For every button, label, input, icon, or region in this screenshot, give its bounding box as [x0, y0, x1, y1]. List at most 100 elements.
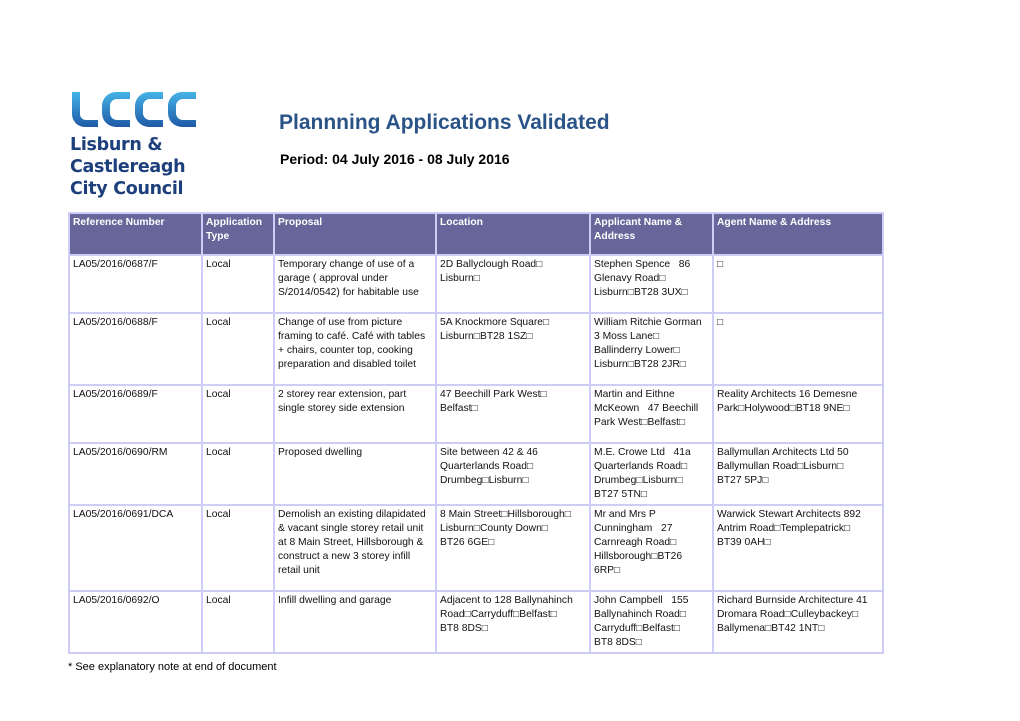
cell-reference: LA05/2016/0691/DCA: [68, 504, 203, 592]
cell-line: Cunningham 27: [594, 523, 673, 534]
cell-agent: Ballymullan Architects Ltd 50 Ballymullan…: [712, 442, 884, 506]
cell-line: construct a new 3 storey infill: [278, 551, 411, 562]
cell-application-type: Local: [201, 442, 275, 506]
cell-line: Dromara Road□Culleybackey□: [717, 609, 859, 620]
cell-line: BT8 8DS□: [594, 637, 642, 648]
cell-agent: Warwick Stewart Architects 892 Antrim Roa…: [712, 504, 884, 592]
logo-text: Lisburn & Castlereagh City Council: [70, 134, 205, 200]
cell-line: Ballinderry Lower□: [594, 345, 680, 356]
cell-location: Adjacent to 128 Ballynahinch Road□Carrydu…: [435, 590, 591, 654]
applications-table: Reference Number Application Type Propos…: [68, 212, 884, 654]
cell-location: 5A Knockmore Square□ Lisburn□BT28 1SZ□: [435, 312, 591, 386]
cell-line: BT26 6GE□: [440, 537, 495, 548]
cell-line: + chairs, counter top, cooking: [278, 345, 413, 356]
table-row: LA05/2016/0689/F Local 2 storey rear exten…: [68, 384, 884, 444]
cell-location: 2D Ballyclough Road□ Lisburn□: [435, 254, 591, 314]
cell-proposal: Change of use from picture framing to caf…: [273, 312, 437, 386]
cell-applicant: M.E. Crowe Ltd 41a Quarterlands Road□ Drum…: [589, 442, 714, 506]
cell-line: 5A Knockmore Square□: [440, 317, 550, 328]
cell-line: Carryduff□Belfast□: [594, 623, 681, 634]
logo-line: Lisburn &: [70, 135, 163, 155]
cell-line: BT39 0AH□: [717, 537, 771, 548]
footnote: * See explanatory note at end of documen…: [68, 661, 277, 673]
cell-line: garage ( approval under: [278, 273, 388, 284]
cell-line: Lisburn□BT28 3UX□: [594, 287, 688, 298]
cell-line: Lisburn□BT28 1SZ□: [440, 331, 533, 342]
cell-location: 8 Main Street□Hillsborough□ Lisburn□Count…: [435, 504, 591, 592]
table-row: LA05/2016/0692/O Local Infill dwelling and…: [68, 590, 884, 654]
cell-applicant: John Campbell 155 Ballynahinch Road□ Carry…: [589, 590, 714, 654]
cell-proposal: Demolish an existing dilapidated & vacant…: [273, 504, 437, 592]
cell-line: 8 Main Street□Hillsborough□: [440, 509, 571, 520]
column-header-type: Application Type: [201, 212, 275, 256]
cell-line: Glenavy Road□: [594, 273, 666, 284]
cell-line: BT27 5TN□: [594, 489, 648, 500]
cell-applicant: Stephen Spence 86 Glenavy Road□ Lisburn□BT…: [589, 254, 714, 314]
page-title: Plannning Applications Validated: [279, 111, 610, 134]
cell-agent: Reality Architects 16 Demesne Park□Holywo…: [712, 384, 884, 444]
cell-line: Demolish an existing dilapidated: [278, 509, 426, 520]
cell-line: Infill dwelling and garage: [278, 595, 392, 606]
cell-location: 47 Beechill Park West□ Belfast□: [435, 384, 591, 444]
cell-line: at 8 Main Street, Hillsborough &: [278, 537, 424, 548]
lccc-logo-icon: [72, 92, 196, 127]
cell-line: Ballymullan Road□Lisburn□: [717, 461, 844, 472]
cell-reference: LA05/2016/0692/O: [68, 590, 203, 654]
table-header-row: Reference Number Application Type Propos…: [68, 212, 884, 256]
cell-line: & vacant single storey retail unit: [278, 523, 424, 534]
cell-line: Richard Burnside Architecture 41: [717, 595, 868, 606]
cell-line: Lisburn□County Down□: [440, 523, 549, 534]
column-header-applicant: Applicant Name & Address: [589, 212, 714, 256]
cell-agent: □: [712, 254, 884, 314]
cell-line: Proposed dwelling: [278, 447, 363, 458]
cell-line: Martin and Eithne: [594, 389, 675, 400]
table-row: LA05/2016/0691/DCA Local Demolish an exist…: [68, 504, 884, 592]
cell-line: Warwick Stewart Architects 892: [717, 509, 861, 520]
cell-line: Change of use from picture: [278, 317, 403, 328]
cell-line: Ballymena□BT42 1NT□: [717, 623, 825, 634]
cell-line: 2D Ballyclough Road□: [440, 259, 543, 270]
cell-line: Drumbeg□Lisburn□: [440, 475, 529, 486]
logo-line: Castlereagh: [70, 157, 186, 177]
cell-line: BT8 8DS□: [440, 623, 488, 634]
cell-line: BT27 5PJ□: [717, 475, 769, 486]
cell-agent: Richard Burnside Architecture 41 Dromara …: [712, 590, 884, 654]
cell-line: 2 storey rear extension, part: [278, 389, 407, 400]
cell-location: Site between 42 & 46 Quarterlands Road□ Dr…: [435, 442, 591, 506]
logo-line: City Council: [70, 179, 184, 199]
cell-line: Road□Carryduff□Belfast□: [440, 609, 557, 620]
cell-line: framing to café. Café with tables: [278, 331, 426, 342]
column-header-proposal: Proposal: [273, 212, 437, 256]
period-subtitle: Period: 04 July 2016 - 08 July 2016: [280, 151, 510, 167]
cell-line: M.E. Crowe Ltd 41a: [594, 447, 691, 458]
cell-line: 3 Moss Lane□: [594, 331, 660, 342]
cell-line: John Campbell 155: [594, 595, 689, 606]
cell-line: McKeown 47 Beechill: [594, 403, 699, 414]
column-header-reference: Reference Number: [68, 212, 203, 256]
cell-line: Antrim Road□Templepatrick□: [717, 523, 851, 534]
cell-line: Carnreagh Road□: [594, 537, 677, 548]
cell-proposal: Proposed dwelling: [273, 442, 437, 506]
cell-line: Park□Holywood□BT18 9NE□: [717, 403, 850, 414]
council-logo: Lisburn & Castlereagh City Council: [70, 90, 205, 200]
table-row: LA05/2016/0687/F Local Temporary change of…: [68, 254, 884, 314]
cell-line: Quarterlands Road□: [594, 461, 688, 472]
table-row: LA05/2016/0690/RM Local Proposed dwelling S…: [68, 442, 884, 506]
cell-line: Drumbeg□Lisburn□: [594, 475, 683, 486]
cell-line: □: [717, 317, 724, 328]
cell-line: Lisburn□BT28 2JR□: [594, 359, 686, 370]
cell-line: Reality Architects 16 Demesne: [717, 389, 858, 400]
cell-line: 47 Beechill Park West□: [440, 389, 547, 400]
cell-line: Lisburn□: [440, 273, 480, 284]
cell-reference: LA05/2016/0688/F: [68, 312, 203, 386]
cell-proposal: Infill dwelling and garage: [273, 590, 437, 654]
cell-line: Adjacent to 128 Ballynahinch: [440, 595, 573, 606]
cell-line: single storey side extension: [278, 403, 405, 414]
cell-line: 6RP□: [594, 565, 621, 576]
cell-reference: LA05/2016/0690/RM: [68, 442, 203, 506]
cell-line: S/2014/0542) for habitable use: [278, 287, 419, 298]
cell-applicant: Mr and Mrs P Cunningham 27 Carnreagh Road□…: [589, 504, 714, 592]
cell-line: Park West□Belfast□: [594, 417, 686, 428]
cell-application-type: Local: [201, 312, 275, 386]
cell-line: Stephen Spence 86: [594, 259, 691, 270]
